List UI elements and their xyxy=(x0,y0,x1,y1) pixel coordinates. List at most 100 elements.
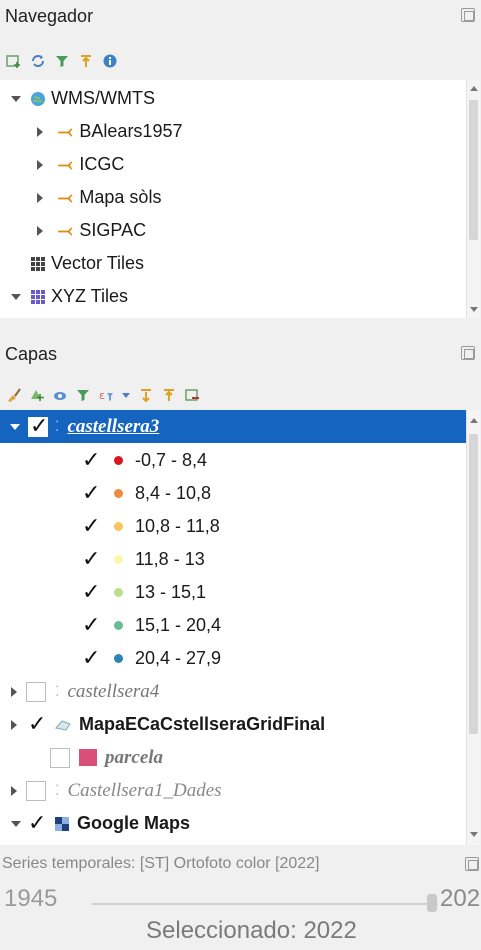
add-group-icon[interactable] xyxy=(29,387,45,403)
class-visibility-checkbox[interactable] xyxy=(80,546,100,572)
navigator-toolbar xyxy=(6,49,118,73)
class-visibility-checkbox[interactable] xyxy=(80,579,100,605)
browser-item-xyz-tiles[interactable]: XYZ Tiles xyxy=(0,280,466,313)
expand-arrow-icon[interactable] xyxy=(11,719,17,730)
collapse-all-icon[interactable] xyxy=(161,387,177,403)
class-label: 8,4 - 10,8 xyxy=(135,483,212,503)
class-visibility-checkbox[interactable] xyxy=(80,645,100,671)
browser-item-balears[interactable]: ⤙ BAlears1957 xyxy=(0,115,466,148)
add-layer-icon[interactable] xyxy=(6,53,22,69)
class-color-swatch xyxy=(114,588,123,597)
expand-arrow-icon[interactable] xyxy=(37,192,43,203)
expand-arrow-icon[interactable] xyxy=(10,423,20,430)
browser-item-label: Mapa sòls xyxy=(79,187,162,207)
collapse-icon[interactable] xyxy=(78,53,94,69)
float-panel-icon[interactable] xyxy=(465,857,479,871)
class-visibility-checkbox[interactable] xyxy=(80,612,100,638)
point-layer-icon: ⁚ xyxy=(55,782,60,798)
class-color-swatch xyxy=(114,621,123,630)
browser-item-icgc[interactable]: ⤙ ICGC xyxy=(0,148,466,181)
raster-layer-icon xyxy=(55,816,69,831)
svg-text:ε: ε xyxy=(99,389,105,402)
layer-name: castellsera3 xyxy=(67,415,160,437)
legend-class-row[interactable]: 15,1 - 20,4 xyxy=(0,609,466,642)
expand-arrow-icon[interactable] xyxy=(11,95,21,102)
refresh-icon[interactable] xyxy=(30,53,46,69)
remove-layer-icon[interactable] xyxy=(184,387,200,403)
browser-item-label: BAlears1957 xyxy=(79,121,183,141)
expand-arrow-icon[interactable] xyxy=(11,686,17,697)
slider-track[interactable] xyxy=(92,903,438,905)
filter-expression-icon[interactable]: ε xyxy=(98,387,114,403)
legend-class-row[interactable]: -0,7 - 8,4 xyxy=(0,444,466,477)
visibility-icon[interactable] xyxy=(52,387,68,403)
legend-class-row[interactable]: 13 - 15,1 xyxy=(0,576,466,609)
layer-name: parcela xyxy=(105,746,164,768)
browser-item-label: ICGC xyxy=(79,154,125,174)
layer-parcela[interactable]: parcela xyxy=(0,741,466,774)
legend-class-row[interactable]: 10,8 - 11,8 xyxy=(0,510,466,543)
legend-class-row[interactable]: 8,4 - 10,8 xyxy=(0,477,466,510)
layer-visibility-checkbox[interactable] xyxy=(26,780,46,801)
layer-castellsera4[interactable]: ⁚ castellsera4 xyxy=(0,675,466,708)
browser-item-label: WMS/WMTS xyxy=(51,88,155,108)
expand-arrow-icon[interactable] xyxy=(11,820,21,827)
vector-tiles-icon xyxy=(30,256,46,272)
layer-visibility-checkbox[interactable] xyxy=(26,711,46,737)
expand-arrow-icon[interactable] xyxy=(37,159,43,170)
float-panel-icon[interactable] xyxy=(461,8,475,22)
layer-visibility-checkbox[interactable] xyxy=(28,413,48,439)
dropdown-icon[interactable] xyxy=(121,387,131,403)
browser-item-mapa-sols[interactable]: ⤙ Mapa sòls xyxy=(0,181,466,214)
class-color-swatch xyxy=(114,555,123,564)
wms-connection-icon: ⤙ xyxy=(58,121,73,141)
legend-class-row[interactable]: 11,8 - 13 xyxy=(0,543,466,576)
browser-item-label: XYZ Tiles xyxy=(51,286,129,306)
info-icon[interactable] xyxy=(102,53,118,69)
layer-castellsera3[interactable]: ⁚ castellsera3 xyxy=(0,410,466,443)
layers-tree[interactable]: ⁚ castellsera3 -0,7 - 8,4 8,4 - 10,8 10,… xyxy=(0,410,466,845)
expand-all-icon[interactable] xyxy=(138,387,154,403)
layer-visibility-checkbox[interactable] xyxy=(50,747,70,768)
class-label: 11,8 - 13 xyxy=(135,549,205,569)
temporal-series-status: Series temporales: [ST] Ortofoto color [… xyxy=(0,847,481,881)
polygon-layer-icon xyxy=(55,719,71,731)
globe-icon xyxy=(30,91,46,107)
slider-handle[interactable] xyxy=(427,894,437,912)
xyz-tiles-icon xyxy=(30,289,46,305)
layer-name: Google Maps xyxy=(77,813,191,833)
layers-panel-header: Capas xyxy=(0,338,481,372)
class-visibility-checkbox[interactable] xyxy=(80,480,100,506)
expand-arrow-icon[interactable] xyxy=(37,126,43,137)
browser-item-vector-tiles[interactable]: Vector Tiles xyxy=(0,247,466,280)
class-color-swatch xyxy=(114,522,123,531)
style-icon[interactable] xyxy=(6,387,22,403)
browser-item-sigpac[interactable]: ⤙ SIGPAC xyxy=(0,214,466,247)
class-visibility-checkbox[interactable] xyxy=(80,447,100,473)
class-visibility-checkbox[interactable] xyxy=(80,513,100,539)
layers-toolbar: ε xyxy=(6,383,200,407)
expand-arrow-icon[interactable] xyxy=(37,225,43,236)
layer-name: castellsera4 xyxy=(67,680,160,702)
layer-visibility-checkbox[interactable] xyxy=(26,681,46,702)
expand-arrow-icon[interactable] xyxy=(11,785,17,796)
filter-icon[interactable] xyxy=(54,53,70,69)
float-panel-icon[interactable] xyxy=(461,346,475,360)
legend-class-row[interactable]: 20,4 - 27,9 xyxy=(0,642,466,675)
layer-mapa-grid[interactable]: MapaECaCstellseraGridFinal xyxy=(0,708,466,741)
filter-legend-icon[interactable] xyxy=(75,387,91,403)
navigator-tree[interactable]: WMS/WMTS ⤙ BAlears1957 ⤙ ICGC ⤙ Mapa sòl… xyxy=(0,80,466,318)
slider-selected-value: Seleccionado: 2022 xyxy=(146,917,357,944)
class-label: 20,4 - 27,9 xyxy=(135,648,222,668)
layers-scrollbar[interactable] xyxy=(466,410,480,845)
layer-name: Castellsera1_Dades xyxy=(67,779,222,801)
expand-arrow-icon[interactable] xyxy=(11,293,21,300)
navigator-scrollbar[interactable] xyxy=(466,80,480,318)
layer-castellsera1-dades[interactable]: ⁚ Castellsera1_Dades xyxy=(0,774,466,807)
class-label: 13 - 15,1 xyxy=(135,582,207,602)
layer-google-maps[interactable]: Google Maps xyxy=(0,807,466,840)
polygon-swatch-icon xyxy=(79,749,97,766)
layer-visibility-checkbox[interactable] xyxy=(26,810,46,836)
browser-item-wms[interactable]: WMS/WMTS xyxy=(0,82,466,115)
temporal-status-text: Series temporales: [ST] Ortofoto color [… xyxy=(2,855,320,872)
